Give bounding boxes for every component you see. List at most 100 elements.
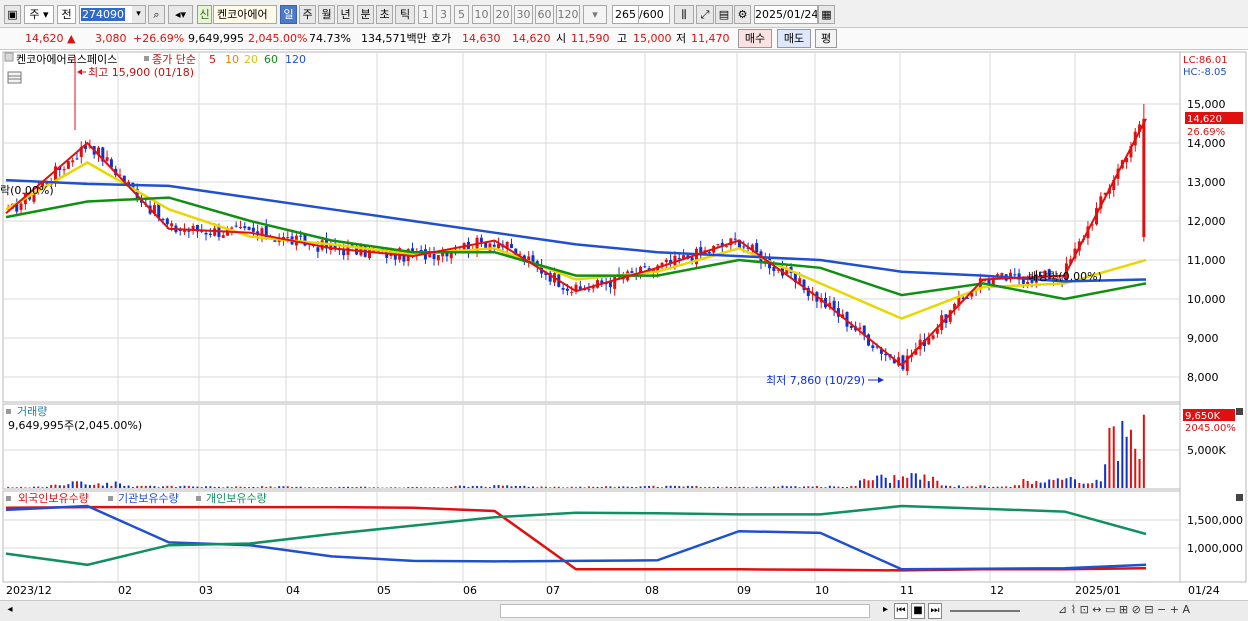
- evaluate-button[interactable]: 평: [815, 29, 837, 48]
- market-select[interactable]: 주 ▾: [24, 5, 54, 24]
- code-dropdown-icon[interactable]: ▾: [132, 5, 146, 24]
- period-month[interactable]: 월: [318, 5, 335, 24]
- volume-bar: [1061, 479, 1064, 488]
- left-mark-annotation: 락(0.00%): [0, 184, 54, 197]
- volume-legend-bullet-icon: [6, 409, 11, 414]
- volume-bar: [652, 485, 655, 488]
- volume-bar: [712, 486, 715, 488]
- last-page-icon[interactable]: ⏭: [928, 603, 942, 619]
- volume-bar: [282, 486, 285, 488]
- volume-bar: [1117, 461, 1120, 488]
- draw-tool-icon[interactable]: ⤢: [696, 5, 714, 24]
- gear-icon[interactable]: ⚙: [734, 5, 751, 24]
- zoom-slider[interactable]: [950, 610, 1020, 612]
- period-week[interactable]: 주: [299, 5, 316, 24]
- volume-bar: [858, 480, 861, 488]
- interval-10[interactable]: 10: [472, 5, 491, 24]
- volume-bar: [252, 486, 255, 488]
- speaker-icon[interactable]: ◂▾: [168, 5, 193, 24]
- candle-body: [1142, 118, 1146, 237]
- volume-bar: [411, 487, 414, 488]
- interval-60[interactable]: 60: [535, 5, 554, 24]
- volume-bar: [424, 487, 427, 488]
- volume-bar: [626, 486, 629, 488]
- price-change: 3,080: [95, 32, 127, 45]
- high-label: 고: [617, 32, 628, 45]
- volume-bar: [932, 476, 935, 488]
- hc-value: HC:-8.05: [1183, 67, 1227, 78]
- holdings-close-icon[interactable]: [1236, 494, 1243, 501]
- volume-bar: [704, 487, 707, 488]
- volume-bar: [785, 486, 788, 488]
- window-menu-icon[interactable]: ▣: [4, 5, 21, 24]
- volume-bar: [897, 480, 900, 488]
- candle-type-icon[interactable]: ⫼: [674, 5, 694, 24]
- volume-bar: [213, 487, 216, 488]
- volume-bar: [1065, 478, 1068, 488]
- volume-bar: [15, 487, 18, 488]
- date-input[interactable]: 2025/01/24: [754, 5, 818, 24]
- volume-bar: [1018, 485, 1021, 488]
- ma-label: 종가 단순: [152, 53, 196, 66]
- first-page-icon[interactable]: ⏮: [894, 603, 908, 619]
- period-tick[interactable]: 틱: [395, 5, 415, 24]
- interval-dropdown-icon[interactable]: ▾: [583, 5, 607, 24]
- holdings-bullet-icon: [108, 496, 113, 501]
- chart-canvas[interactable]: 15,000 14,000 13,000 12,000 11,000 10,000 9,00…: [0, 51, 1248, 606]
- volume-bar: [407, 486, 410, 488]
- period-day[interactable]: 일: [280, 5, 297, 24]
- volume-bar: [1039, 482, 1042, 488]
- volume-bar: [54, 484, 57, 488]
- legend-square-icon: [4, 52, 14, 62]
- volume-tick-label: 5,000K: [1187, 444, 1226, 457]
- code-value: 274090: [81, 8, 125, 21]
- interval-3[interactable]: 3: [436, 5, 451, 24]
- volume-bar: [20, 486, 23, 488]
- volume-bar: [695, 485, 698, 488]
- scroll-right-icon[interactable]: ▸: [880, 603, 891, 619]
- high-price: 15,000: [633, 32, 672, 45]
- prev-button[interactable]: 전: [57, 5, 76, 24]
- volume-bar: [149, 485, 152, 488]
- buy-button[interactable]: 매수: [738, 29, 772, 48]
- interval-5[interactable]: 5: [454, 5, 469, 24]
- interval-1[interactable]: 1: [418, 5, 433, 24]
- stock-name: 켄코아에어: [213, 5, 277, 24]
- volume-bar: [811, 486, 814, 488]
- current-price-tag-text: 14,620: [1187, 114, 1222, 125]
- stop-icon[interactable]: ■: [911, 603, 925, 619]
- new-badge: 신: [197, 5, 212, 24]
- volume-bar: [41, 487, 44, 488]
- search-icon[interactable]: ⌕: [148, 5, 165, 24]
- scroll-thumb[interactable]: [500, 604, 870, 618]
- scroll-bar: ◂ ▸ ⏮ ■ ⏭ ⊿ ⌇ ⊡ ↔ ▭ ⊞ ⊘ ⊟ − + A: [0, 600, 1248, 621]
- volume-bar: [265, 486, 268, 488]
- interval-30[interactable]: 30: [514, 5, 533, 24]
- volume-bar: [140, 485, 143, 488]
- interval-20[interactable]: 20: [493, 5, 512, 24]
- period-minute[interactable]: 분: [357, 5, 374, 24]
- table-view-icon[interactable]: [7, 71, 22, 84]
- volume-bar: [944, 485, 947, 488]
- volume-bar: [880, 474, 883, 488]
- period-second[interactable]: 초: [376, 5, 393, 24]
- candle-body: [1000, 273, 1004, 276]
- open-price: 11,590: [571, 32, 610, 45]
- period-year[interactable]: 년: [337, 5, 354, 24]
- save-icon[interactable]: ▤: [715, 5, 733, 24]
- interval-120[interactable]: 120: [556, 5, 580, 24]
- candle-body: [204, 232, 208, 235]
- candle-body: [742, 246, 746, 248]
- low-price: 11,470: [691, 32, 730, 45]
- volume-close-icon[interactable]: [1236, 408, 1243, 415]
- drawing-tools-icons[interactable]: ⊿ ⌇ ⊡ ↔ ▭ ⊞ ⊘ ⊟ − + A: [1058, 603, 1238, 619]
- count-input[interactable]: 265: [612, 5, 639, 24]
- calendar-icon[interactable]: ▦: [818, 5, 835, 24]
- scroll-left-icon[interactable]: ◂: [4, 603, 16, 619]
- volume-tag-text: 9,650K: [1185, 411, 1221, 422]
- volume-bar: [669, 485, 672, 488]
- candle-body: [492, 244, 496, 247]
- volume-bar: [1074, 479, 1077, 488]
- sell-button[interactable]: 매도: [777, 29, 811, 48]
- price-tick-label: 13,000: [1187, 176, 1226, 189]
